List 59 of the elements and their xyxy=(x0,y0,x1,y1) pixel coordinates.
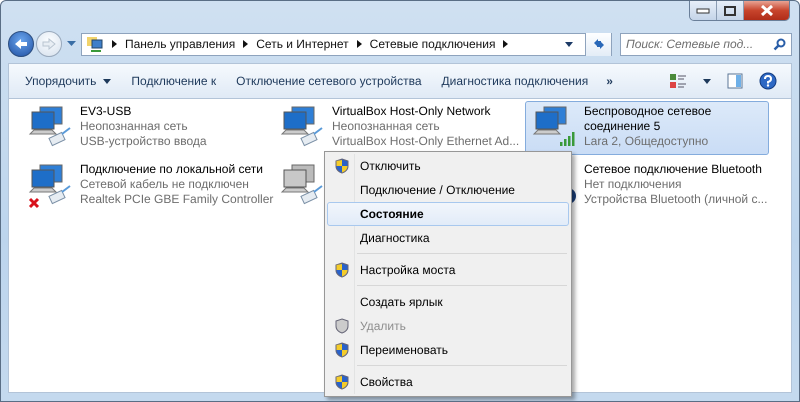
view-options-icon[interactable] xyxy=(669,73,687,89)
breadcrumb-arrow-icon[interactable] xyxy=(356,40,362,48)
breadcrumb[interactable]: Панель управления xyxy=(125,37,236,51)
dropdown-arrow-icon xyxy=(103,78,112,84)
menu-item[interactable]: Подключение / Отключение xyxy=(327,178,569,202)
menu-item[interactable]: Свойства xyxy=(327,370,569,394)
connection-item[interactable]: VirtualBox Host-Only Network Неопознанная сеть VirtualBox Host-Only Ethernet Ad... xyxy=(273,101,517,155)
connection-name: Беспроводное сетевое соединение 5 xyxy=(584,104,712,134)
connection-status: Сетевой кабель не подключен xyxy=(80,177,249,192)
close-icon xyxy=(760,5,774,16)
breadcrumb[interactable]: Сетевые подключения xyxy=(370,37,496,51)
minimize-button[interactable] xyxy=(690,1,717,20)
selected-connection[interactable]: Беспроводное сетевое соединение 5 Lara 2, Общедоступно xyxy=(525,101,769,155)
network-folder-icon xyxy=(86,35,104,53)
connection-item[interactable]: EV3-USB Неопознанная сеть USB-устройство ввода xyxy=(21,101,265,155)
connection-device: Устройства Bluetooth (личной с... xyxy=(584,192,768,207)
menu-item[interactable]: Состояние xyxy=(327,202,569,226)
history-dropdown-icon[interactable] xyxy=(67,41,76,47)
refresh-button[interactable] xyxy=(585,32,611,56)
forward-arrow-icon xyxy=(42,38,56,50)
toolbar-button[interactable]: Упорядочить xyxy=(17,70,120,92)
connection-name: EV3-USB xyxy=(80,104,132,119)
toolbar-button[interactable]: Отключение сетевого устройства xyxy=(228,70,430,92)
connection-device: USB-устройство ввода xyxy=(80,134,207,149)
breadcrumb[interactable]: Сеть и Интернет xyxy=(256,37,349,51)
connection-status: Lara 2, Общедоступно xyxy=(584,134,708,149)
close-button[interactable] xyxy=(744,1,789,20)
dropdown-arrow-icon[interactable] xyxy=(703,78,711,84)
menu-item[interactable]: Создать ярлык xyxy=(327,290,569,314)
connection-device: Realtek PCIe GBE Family Controller xyxy=(80,192,274,207)
preview-pane-icon[interactable] xyxy=(727,73,743,89)
back-arrow-icon xyxy=(14,38,28,50)
menu-item[interactable]: Отключить xyxy=(327,154,569,178)
minimize-icon xyxy=(696,8,710,14)
maximize-button[interactable] xyxy=(717,1,744,20)
maximize-icon xyxy=(724,6,736,16)
toolbar-button[interactable]: Подключение к xyxy=(123,70,224,92)
breadcrumb-arrow-icon[interactable] xyxy=(112,40,117,48)
toolbar-button[interactable]: Диагностика подключения xyxy=(434,70,596,92)
breadcrumb-arrow-icon[interactable] xyxy=(503,40,508,48)
back-button[interactable] xyxy=(8,31,34,57)
menu-item[interactable]: Переименовать xyxy=(327,338,569,362)
search-field[interactable]: Поиск: Сетевые под... xyxy=(620,32,792,56)
menu-item[interactable]: Диагностика xyxy=(327,226,569,250)
connection-name: Сетевое подключение Bluetooth xyxy=(584,162,762,177)
connection-status: Нет подключения xyxy=(584,177,682,192)
connection-name: VirtualBox Host-Only Network xyxy=(332,104,490,119)
menu-item[interactable]: Настройка моста xyxy=(327,258,569,282)
refresh-icon xyxy=(592,37,606,51)
connection-name: Подключение по локальной сети xyxy=(80,162,263,177)
address-bar[interactable]: Панель управления Сеть и Интернет Сетевые подключения xyxy=(81,32,612,56)
connection-device: VirtualBox Host-Only Ethernet Ad... xyxy=(332,134,520,149)
search-icon xyxy=(773,38,786,50)
dropdown-arrow-icon[interactable] xyxy=(565,42,573,46)
connection-status: Неопознанная сеть xyxy=(80,119,188,134)
connection-status: Неопознанная сеть xyxy=(332,119,440,134)
more-button[interactable]: » xyxy=(600,70,619,92)
help-icon[interactable] xyxy=(759,72,777,90)
breadcrumb-arrow-icon[interactable] xyxy=(243,40,248,48)
